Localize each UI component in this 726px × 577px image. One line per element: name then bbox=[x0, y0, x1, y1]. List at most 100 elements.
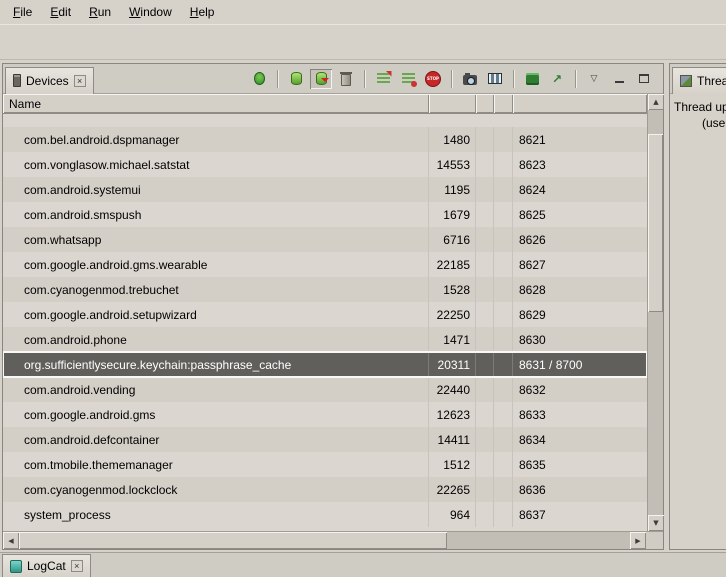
opengl-trace-icon[interactable]: ↗ bbox=[546, 69, 568, 89]
table-row[interactable]: com.bel.android.dspmanager1480 8621 bbox=[3, 127, 647, 152]
cell-b bbox=[494, 402, 513, 427]
table-row[interactable]: com.whatsapp67168626 bbox=[3, 227, 647, 252]
stop-process-icon[interactable]: STOP bbox=[422, 69, 444, 89]
toolbar-separator bbox=[451, 70, 452, 88]
table-row[interactable]: com.android.vending224408632 bbox=[3, 377, 647, 402]
cause-gc-icon[interactable] bbox=[335, 69, 357, 89]
minimize-icon[interactable] bbox=[608, 69, 630, 89]
table-row[interactable]: com.google.android.setupwizard222508629 bbox=[3, 302, 647, 327]
tab-devices-close-icon[interactable]: × bbox=[74, 75, 86, 87]
table-row-partial[interactable] bbox=[3, 114, 647, 127]
scroll-right-icon[interactable]: ▶ bbox=[630, 532, 646, 549]
cell-name: com.vonglasow.michael.satstat bbox=[3, 152, 429, 177]
devices-view: Devices × STOP bbox=[2, 63, 664, 550]
column-header-pid[interactable] bbox=[429, 94, 476, 113]
tab-devices[interactable]: Devices × bbox=[5, 67, 94, 94]
cell-pid: 22440 bbox=[429, 377, 476, 402]
table-row[interactable]: com.vonglasow.michael.satstat145538623 bbox=[3, 152, 647, 177]
tab-logcat-close-icon[interactable]: × bbox=[71, 560, 83, 572]
table-row[interactable]: com.google.android.gms.wearable221858627 bbox=[3, 252, 647, 277]
menu-run[interactable]: Run bbox=[80, 2, 120, 22]
vertical-scrollbar[interactable]: ▲ ▼ bbox=[647, 94, 663, 531]
table-row[interactable]: org.sufficientlysecure.keychain:passphra… bbox=[3, 352, 647, 377]
cell-a bbox=[476, 127, 494, 152]
vertical-scroll-track[interactable] bbox=[648, 110, 663, 515]
table-row[interactable]: com.tmobile.thememanager15128635 bbox=[3, 452, 647, 477]
tab-threads[interactable]: Threads bbox=[672, 67, 726, 94]
threads-message: Thread updates not enabled for selected … bbox=[670, 94, 726, 131]
column-header-b[interactable] bbox=[494, 94, 513, 113]
horizontal-scroll-track[interactable] bbox=[19, 532, 630, 549]
cell-name: com.cyanogenmod.lockclock bbox=[3, 477, 429, 502]
dump-hprof-icon[interactable] bbox=[310, 69, 332, 89]
cell-port: 8633 bbox=[513, 402, 647, 427]
cell-port: 8629 bbox=[513, 302, 647, 327]
cell-a bbox=[476, 152, 494, 177]
cell-port: 8625 bbox=[513, 202, 647, 227]
cell-b bbox=[494, 327, 513, 352]
cell-a bbox=[476, 227, 494, 252]
cell-pid: 1512 bbox=[429, 452, 476, 477]
vertical-scroll-thumb[interactable] bbox=[648, 134, 663, 312]
threads-view: Threads Thread updates not enabled for s… bbox=[669, 63, 726, 550]
toolbar-separator bbox=[575, 70, 576, 88]
column-header-a[interactable] bbox=[476, 94, 494, 113]
cell-name: com.whatsapp bbox=[3, 227, 429, 252]
scroll-up-icon[interactable]: ▲ bbox=[648, 94, 664, 110]
device-table-body: com.bel.android.dspmanager14808621com.vo… bbox=[3, 114, 647, 531]
cell-port: 8635 bbox=[513, 452, 647, 477]
toolbar-separator bbox=[513, 70, 514, 88]
cell-b bbox=[494, 152, 513, 177]
cell-name: com.android.vending bbox=[3, 377, 429, 402]
scroll-down-icon[interactable]: ▼ bbox=[648, 515, 664, 531]
horizontal-scrollbar[interactable]: ◀ ▶ bbox=[3, 531, 663, 549]
cell-name: com.google.android.setupwizard bbox=[3, 302, 429, 327]
devices-tabbar: Devices × STOP bbox=[3, 64, 663, 94]
cell-name: com.android.phone bbox=[3, 327, 429, 352]
table-row[interactable]: com.cyanogenmod.lockclock222658636 bbox=[3, 477, 647, 502]
menu-edit[interactable]: Edit bbox=[41, 2, 80, 22]
cell-name: com.bel.android.dspmanager bbox=[3, 127, 429, 152]
systrace-icon[interactable] bbox=[521, 69, 543, 89]
cell-pid: 1528 bbox=[429, 277, 476, 302]
cell-pid: 1480 bbox=[429, 127, 476, 152]
cell-port: 8637 bbox=[513, 502, 647, 527]
scrollbar-corner bbox=[646, 532, 663, 549]
horizontal-scroll-thumb[interactable] bbox=[19, 532, 447, 549]
table-row[interactable]: com.android.smspush16798625 bbox=[3, 202, 647, 227]
debug-icon[interactable] bbox=[248, 69, 270, 89]
maximize-icon[interactable] bbox=[633, 69, 655, 89]
tab-devices-label: Devices bbox=[26, 74, 69, 88]
menu-help[interactable]: Help bbox=[181, 2, 224, 22]
view-menu-icon[interactable]: ▽ bbox=[583, 69, 605, 89]
table-row[interactable]: com.android.defcontainer144118634 bbox=[3, 427, 647, 452]
screen-capture-icon[interactable] bbox=[459, 69, 481, 89]
cell-name: com.android.defcontainer bbox=[3, 427, 429, 452]
update-threads-icon[interactable] bbox=[372, 69, 394, 89]
update-heap-icon[interactable] bbox=[285, 69, 307, 89]
column-header-port[interactable] bbox=[513, 94, 647, 113]
cell-port: 8621 bbox=[513, 127, 647, 152]
tab-threads-label: Threads bbox=[697, 74, 726, 88]
tab-logcat[interactable]: LogCat × bbox=[2, 554, 91, 577]
cell-a bbox=[476, 502, 494, 527]
table-row[interactable]: com.google.android.gms126238633 bbox=[3, 402, 647, 427]
cell-b bbox=[494, 127, 513, 152]
table-row[interactable]: com.android.phone14718630 bbox=[3, 327, 647, 352]
menu-window[interactable]: Window bbox=[120, 2, 181, 22]
method-profiling-icon[interactable] bbox=[397, 69, 419, 89]
scroll-left-icon[interactable]: ◀ bbox=[3, 532, 19, 549]
cell-b bbox=[494, 177, 513, 202]
table-row[interactable]: com.android.systemui11958624 bbox=[3, 177, 647, 202]
column-header-name[interactable]: Name bbox=[3, 94, 429, 113]
screen-record-icon[interactable] bbox=[484, 69, 506, 89]
table-row[interactable]: system_process9648637 bbox=[3, 502, 647, 527]
logcat-tabbar: LogCat × bbox=[0, 552, 726, 577]
table-row[interactable]: com.cyanogenmod.trebuchet15288628 bbox=[3, 277, 647, 302]
cell-a bbox=[476, 177, 494, 202]
cell-pid: 6716 bbox=[429, 227, 476, 252]
cell-b bbox=[494, 202, 513, 227]
menu-file[interactable]: File bbox=[4, 2, 41, 22]
tab-logcat-label: LogCat bbox=[27, 559, 66, 573]
cell-name: com.google.android.gms.wearable bbox=[3, 252, 429, 277]
